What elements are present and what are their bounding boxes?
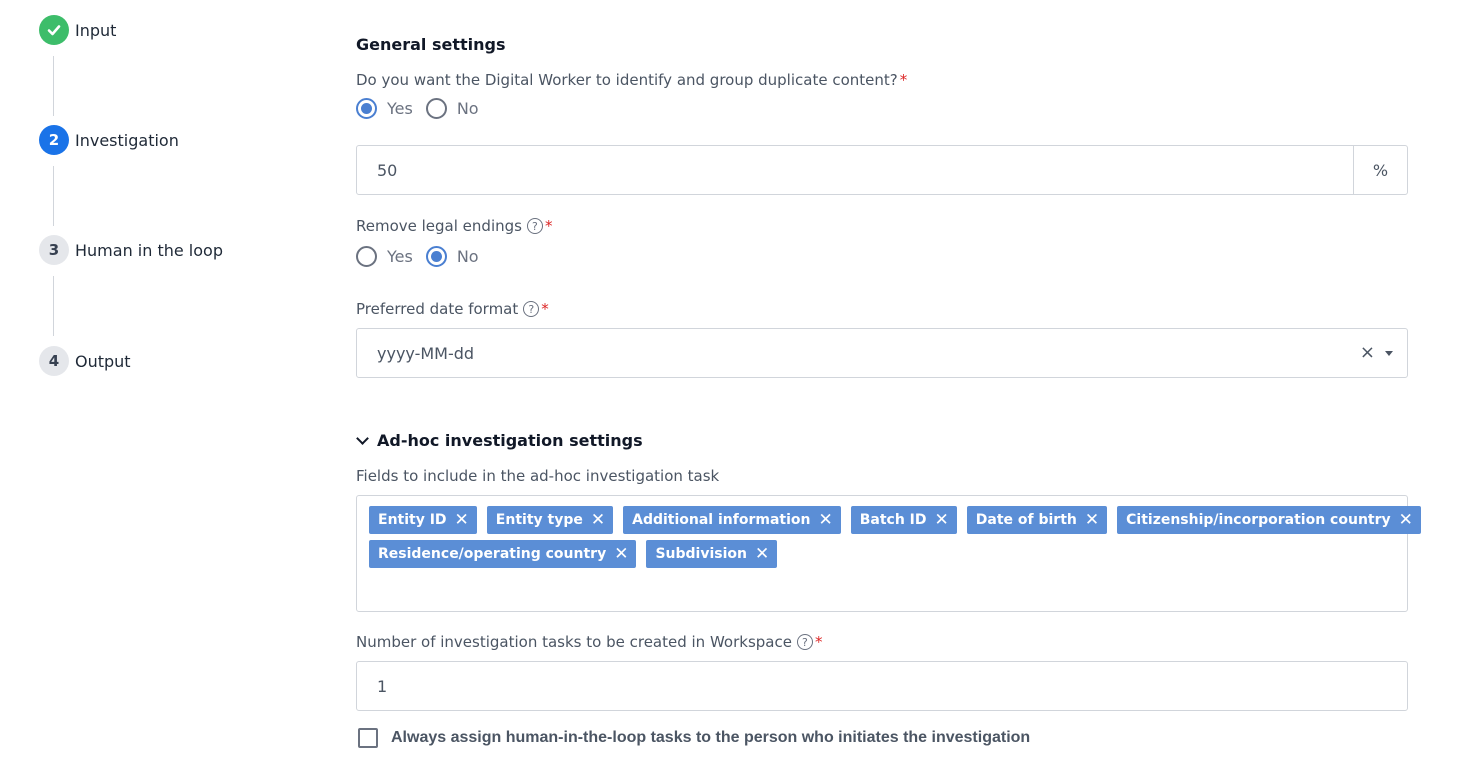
field-tag-label: Batch ID — [859, 512, 927, 528]
legal-endings-yes-option[interactable]: Yes — [356, 246, 413, 267]
help-icon[interactable]: ? — [526, 218, 543, 234]
tag-row: Residence/operating country ✕ Subdivision ✕ — [369, 540, 1395, 568]
date-format-label: Preferred date format ? * — [356, 300, 549, 318]
remove-tag-icon[interactable]: ✕ — [1399, 511, 1413, 529]
field-tag: Subdivision ✕ — [646, 540, 778, 568]
duplicate-threshold-input[interactable]: 50 % — [356, 145, 1408, 195]
duplicate-content-radio-group: Yes No — [356, 98, 492, 119]
assign-initiator-label: Always assign human-in-the-loop tasks to… — [391, 729, 1031, 746]
field-tag: Entity type ✕ — [486, 506, 614, 534]
tasks-count-input[interactable]: 1 — [356, 661, 1408, 711]
percent-addon: % — [1353, 146, 1407, 194]
caret-down-icon[interactable] — [1385, 350, 1393, 356]
required-mark: * — [899, 71, 908, 89]
step-connector — [53, 56, 54, 116]
field-tag-label: Subdivision — [655, 546, 748, 562]
required-mark: * — [814, 633, 823, 651]
help-icon[interactable]: ? — [523, 301, 540, 317]
radio-yes[interactable] — [356, 98, 377, 119]
radio-no[interactable] — [425, 246, 447, 267]
field-tag-label: Citizenship/incorporation country — [1126, 512, 1391, 528]
step-label: Human in the loop — [75, 240, 223, 260]
adhoc-settings-toggle[interactable]: Ad-hoc investigation settings — [356, 431, 643, 450]
field-tag-label: Residence/operating country — [378, 546, 607, 562]
remove-tag-icon[interactable]: ✕ — [1085, 511, 1099, 529]
field-tag-label: Entity ID — [378, 512, 447, 528]
field-tag: Date of birth ✕ — [966, 506, 1108, 534]
duplicate-question-text: Do you want the Digital Worker to identi… — [356, 71, 898, 89]
step-investigation[interactable]: 2 Investigation — [39, 125, 179, 155]
investigation-form: General settings Do you want the Digital… — [356, 0, 1421, 762]
date-format-text: Preferred date format — [356, 300, 519, 318]
step-connector — [53, 276, 54, 336]
date-format-value: yyyy-MM-dd — [377, 343, 475, 363]
remove-tag-icon[interactable]: ✕ — [614, 545, 628, 563]
assign-initiator-checkbox-row[interactable]: Always assign human-in-the-loop tasks to… — [356, 728, 1030, 748]
stepper: Input 2 Investigation 3 Human in the loo… — [0, 0, 330, 762]
tasks-count-value[interactable]: 1 — [357, 677, 1407, 696]
step-human-in-the-loop[interactable]: 3 Human in the loop — [39, 235, 223, 265]
duplicate-yes-option[interactable]: Yes — [356, 98, 413, 119]
clear-icon[interactable]: × — [1360, 344, 1375, 362]
field-tag: Entity ID ✕ — [369, 506, 477, 534]
help-icon[interactable]: ? — [796, 634, 813, 650]
radio-yes-label: Yes — [387, 247, 413, 266]
step-label: Investigation — [75, 130, 179, 150]
threshold-value[interactable]: 50 — [357, 161, 1353, 180]
tag-row: Entity ID ✕ Entity type ✕ Additional informa… — [369, 506, 1421, 534]
radio-no[interactable] — [425, 98, 447, 119]
field-tag: Batch ID ✕ — [850, 506, 957, 534]
tasks-count-text: Number of investigation tasks to be crea… — [356, 633, 792, 651]
remove-tag-icon[interactable]: ✕ — [935, 511, 949, 529]
select-controls: × — [1360, 344, 1407, 362]
field-tag-label: Entity type — [495, 512, 583, 528]
field-tag-label: Additional information — [632, 512, 811, 528]
step-label: Output — [75, 351, 131, 371]
chevron-down-icon — [356, 432, 369, 445]
step-input[interactable]: Input — [39, 15, 116, 45]
date-format-select[interactable]: yyyy-MM-dd × — [356, 328, 1408, 378]
step-number: 4 — [39, 346, 69, 376]
remove-tag-icon[interactable]: ✕ — [455, 511, 469, 529]
required-mark: * — [541, 300, 549, 318]
fields-multiselect[interactable]: Entity ID ✕ Entity type ✕ Additional informa… — [356, 495, 1421, 612]
step-number: 2 — [39, 125, 69, 155]
legal-endings-radio-group: Yes No — [356, 246, 492, 267]
remove-tag-icon[interactable]: ✕ — [755, 545, 769, 563]
field-tag: Citizenship/incorporation country ✕ — [1117, 506, 1421, 534]
duplicate-content-label: Do you want the Digital Worker to identi… — [356, 71, 907, 89]
check-icon — [39, 15, 69, 45]
field-tag: Additional information ✕ — [623, 506, 841, 534]
remove-tag-icon[interactable]: ✕ — [591, 511, 605, 529]
step-connector — [53, 166, 54, 226]
legal-endings-text: Remove legal endings — [356, 217, 522, 235]
assign-initiator-checkbox[interactable] — [358, 728, 378, 748]
step-output[interactable]: 4 Output — [39, 346, 131, 376]
step-number: 3 — [39, 235, 69, 265]
legal-endings-no-option[interactable]: No — [425, 246, 479, 267]
radio-no-label: No — [456, 247, 479, 266]
radio-yes[interactable] — [356, 246, 377, 267]
adhoc-settings-title: Ad-hoc investigation settings — [377, 431, 643, 450]
legal-endings-label: Remove legal endings ? * — [356, 217, 552, 235]
step-label: Input — [75, 20, 117, 40]
fields-label: Fields to include in the ad-hoc investig… — [356, 467, 720, 485]
general-settings-title: General settings — [356, 35, 506, 54]
required-mark: * — [544, 217, 553, 235]
remove-tag-icon[interactable]: ✕ — [818, 511, 832, 529]
radio-yes-label: Yes — [387, 99, 413, 118]
field-tag: Residence/operating country ✕ — [369, 540, 637, 568]
tasks-count-label: Number of investigation tasks to be crea… — [356, 633, 822, 651]
field-tag-label: Date of birth — [975, 512, 1077, 528]
radio-no-label: No — [456, 99, 479, 118]
duplicate-no-option[interactable]: No — [425, 98, 479, 119]
